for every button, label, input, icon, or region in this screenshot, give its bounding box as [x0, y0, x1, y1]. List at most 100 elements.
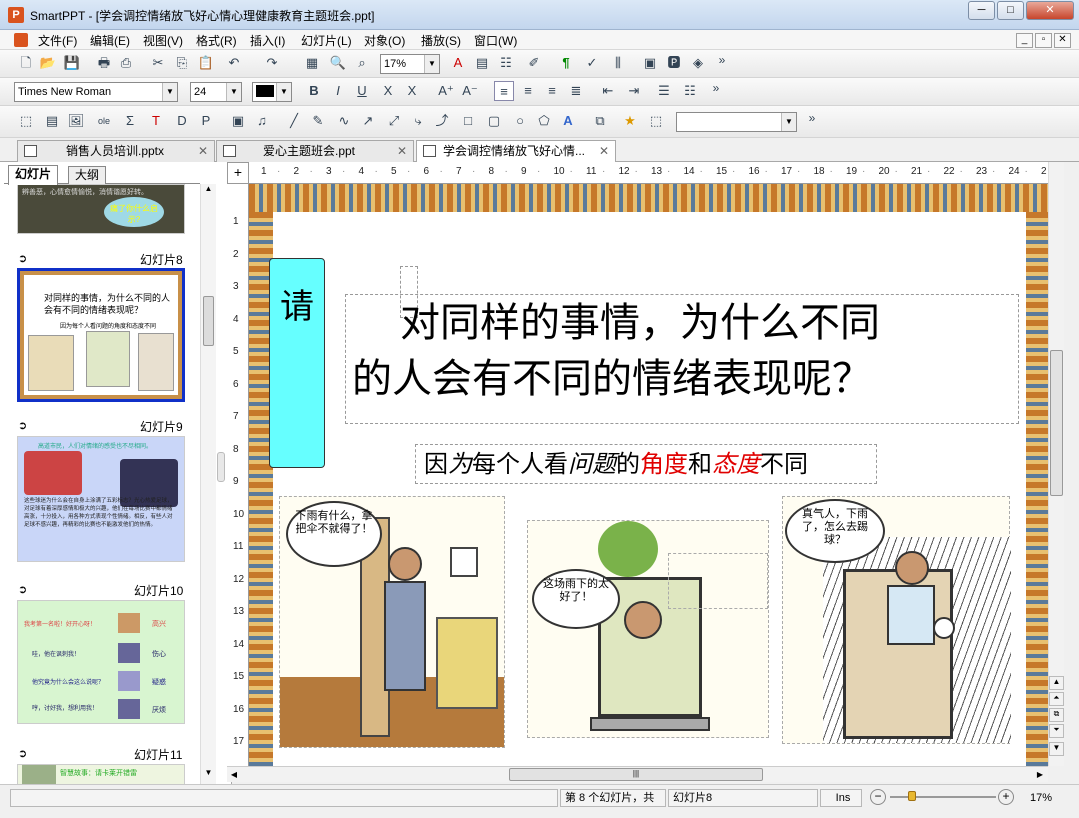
- maximize-button[interactable]: □: [997, 1, 1024, 20]
- p-frame-icon[interactable]: P: [196, 111, 216, 131]
- shrink-font-icon[interactable]: A⁻: [460, 81, 480, 101]
- doc-icon[interactable]: [14, 33, 28, 47]
- elbow-connector-icon[interactable]: ⤷: [408, 111, 428, 131]
- more-draw-icon[interactable]: »: [802, 108, 822, 128]
- scroll-down-icon[interactable]: ▼: [1049, 742, 1064, 756]
- text-frame-icon[interactable]: T: [146, 111, 166, 131]
- save-icon[interactable]: 💾: [62, 53, 82, 73]
- size-select[interactable]: 24 ▼: [190, 82, 242, 102]
- close-icon[interactable]: ✕: [198, 141, 208, 161]
- line-icon[interactable]: ╱: [284, 111, 304, 131]
- p-icon[interactable]: 🅿: [664, 53, 684, 73]
- slide-subtitle[interactable]: 因为每个人看问题的角度和态度不同: [415, 444, 877, 484]
- tab-sales-training[interactable]: 销售人员培训.pptx ✕: [17, 140, 215, 162]
- tab-outline[interactable]: 大纲: [68, 166, 107, 184]
- redo-icon[interactable]: ↷: [262, 53, 282, 73]
- cartoon-umbrella-boy[interactable]: 下雨有什么，拿把伞不就得了！: [279, 496, 505, 748]
- scroll-up-icon[interactable]: ▲: [201, 184, 216, 199]
- scroll-down-icon[interactable]: ▼: [201, 768, 216, 783]
- menu-play[interactable]: 播放(S): [421, 32, 461, 49]
- scroll-banner[interactable]: 请: [269, 258, 325, 468]
- align-right-icon[interactable]: ≡: [542, 81, 562, 101]
- ruler-corner[interactable]: +: [227, 162, 249, 184]
- find-icon[interactable]: ⌕: [352, 53, 372, 73]
- close-icon[interactable]: ✕: [397, 141, 407, 161]
- panel-scrollbar[interactable]: ▲ ▼: [200, 184, 216, 784]
- number-list-icon[interactable]: ☷: [680, 81, 700, 101]
- slide-canvas[interactable]: 请 对同样的事情，为什么不同 的人会有不同的情绪表现呢？ 因为每个人看问题的角度…: [249, 184, 1048, 766]
- clear-format-icon[interactable]: X: [402, 81, 422, 101]
- align-center-icon[interactable]: ≡: [518, 81, 538, 101]
- slide-menu-icon[interactable]: ⧉: [1049, 708, 1064, 722]
- formula-icon[interactable]: Σ: [120, 111, 140, 131]
- menu-insert[interactable]: 插入(I): [250, 32, 285, 49]
- new-icon[interactable]: 🗋: [16, 53, 36, 73]
- effects-icon[interactable]: ⬚: [646, 111, 666, 131]
- chart-icon[interactable]: ▤: [472, 53, 492, 73]
- justify-icon[interactable]: ≣: [566, 81, 586, 101]
- zoom-select[interactable]: 17% ▼: [380, 54, 440, 74]
- bullet-list-icon[interactable]: ☰: [654, 81, 674, 101]
- paste-icon[interactable]: 📋: [196, 53, 216, 73]
- cut-icon[interactable]: ✂: [148, 53, 168, 73]
- more-format-icon[interactable]: »: [706, 78, 726, 98]
- audio-icon[interactable]: ♫: [252, 111, 272, 131]
- arrow-icon[interactable]: ↗: [358, 111, 378, 131]
- insert-mode[interactable]: Ins: [820, 789, 862, 807]
- canvas-hscroll-thumb[interactable]: |||: [509, 768, 763, 781]
- indent-icon[interactable]: ⇤: [598, 81, 618, 101]
- slide-thumb-8[interactable]: 对同样的事情，为什么不同的人会有不同的情绪表现呢？ 因为每个人看问题的角度和态度…: [17, 268, 185, 402]
- stats-icon[interactable]: ⫼: [608, 53, 628, 73]
- spell-icon[interactable]: ✓: [582, 53, 602, 73]
- menu-object[interactable]: 对象(O): [364, 32, 405, 49]
- scroll-up-icon[interactable]: ▲: [1049, 676, 1064, 690]
- menu-view[interactable]: 视图(V): [143, 32, 183, 49]
- placeholder-box[interactable]: [668, 553, 768, 609]
- menu-edit[interactable]: 编辑(E): [90, 32, 130, 49]
- menu-window[interactable]: 窗口(W): [474, 32, 517, 49]
- vertical-ruler[interactable]: 1 2 3 4 5 6 7 8 9 10 11 12 13 14 15 16 17: [227, 184, 249, 766]
- zoom-slider-handle[interactable]: [908, 791, 916, 801]
- open-icon[interactable]: 📂: [38, 53, 58, 73]
- italic-icon[interactable]: I: [328, 81, 348, 101]
- align-left-icon[interactable]: ≡: [494, 81, 514, 101]
- grid-icon[interactable]: ▦: [302, 53, 322, 73]
- minimize-button[interactable]: ─: [968, 1, 995, 20]
- rounded-rect-icon[interactable]: ▢: [484, 111, 504, 131]
- pdf-icon[interactable]: ⎙: [116, 53, 136, 73]
- more-tools-icon[interactable]: »: [712, 50, 732, 70]
- canvas-vscrollbar[interactable]: ▲ ⏶ ⧉ ⏷ ▼: [1048, 162, 1064, 766]
- pencil-icon[interactable]: ✎: [308, 111, 328, 131]
- slide-thumb-11[interactable]: 智慧故事：请卡莱开错雷: [17, 764, 185, 784]
- picture-icon[interactable]: 🖼: [66, 111, 86, 131]
- prev-slide-icon[interactable]: ⏶: [1049, 692, 1064, 706]
- ole-icon[interactable]: ole: [94, 111, 114, 131]
- tab-love-theme[interactable]: 爱心主题班会.ppt ✕: [216, 140, 414, 162]
- scroll-left-icon[interactable]: ◀: [227, 767, 241, 782]
- copy-icon[interactable]: ⎘: [172, 53, 192, 73]
- d-frame-icon[interactable]: D: [172, 111, 192, 131]
- group-icon[interactable]: ⧉: [590, 111, 610, 131]
- connector-icon[interactable]: ⤢: [384, 111, 404, 131]
- style-select[interactable]: ▼: [676, 112, 797, 132]
- menu-slide[interactable]: 幻灯片(L): [301, 32, 352, 49]
- mdi-close-button[interactable]: ✕: [1054, 33, 1071, 48]
- curve-icon[interactable]: ∿: [334, 111, 354, 131]
- cartoon-window-girl[interactable]: 这场雨下的太好了！: [527, 520, 769, 738]
- strike-icon[interactable]: X: [378, 81, 398, 101]
- canvas-scroll-thumb[interactable]: [1050, 350, 1063, 496]
- text-color-icon[interactable]: A: [448, 53, 468, 73]
- close-button[interactable]: ✕: [1026, 1, 1074, 20]
- underline-icon[interactable]: U: [352, 81, 372, 101]
- rectangle-icon[interactable]: □: [458, 111, 478, 131]
- frame-icon[interactable]: ⬚: [16, 111, 36, 131]
- outdent-icon[interactable]: ⇥: [624, 81, 644, 101]
- paragraph-icon[interactable]: ¶: [556, 53, 576, 73]
- tab-emotion-lesson[interactable]: 学会调控情绪放飞好心情... ✕: [416, 140, 616, 163]
- elbow-arrow-icon[interactable]: ⤴: [432, 111, 452, 131]
- panel-scroll-thumb[interactable]: [203, 296, 214, 346]
- horizontal-ruler[interactable]: 1 · 2 · 3 · 4 · 5 · 6 · 7 · 8 · 9 · 10 · 11 · 12 · 13 · 14 · 15 · 16 · 1…: [249, 162, 1060, 184]
- undo-icon[interactable]: ↶: [224, 53, 244, 73]
- shapes-icon[interactable]: ⬠: [534, 111, 554, 131]
- bold-icon[interactable]: B: [304, 81, 324, 101]
